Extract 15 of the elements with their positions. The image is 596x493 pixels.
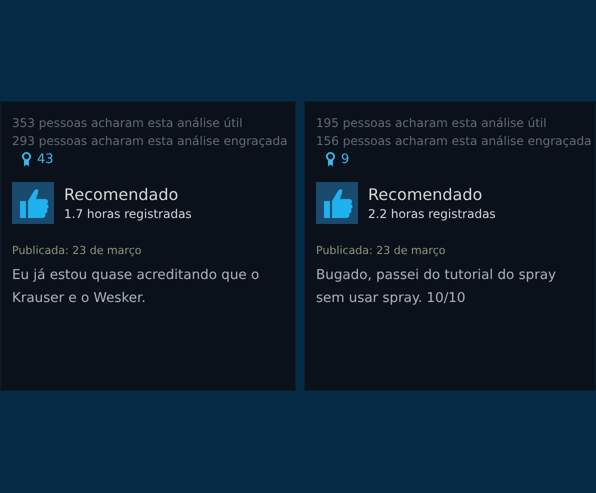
review-text: Eu já estou quase acreditando que o Krauser e o Wesker. — [12, 266, 260, 308]
award-count: 9 — [341, 152, 350, 166]
playtime-text: 2.2 horas registradas — [368, 206, 496, 222]
award-icon — [325, 152, 336, 166]
playtime-text: 1.7 horas registradas — [64, 206, 192, 222]
award-count: 43 — [37, 152, 54, 166]
posted-date: Publicada: 23 de março — [316, 244, 446, 258]
helpful-count: 353 pessoas acharam esta análise útil — [12, 115, 244, 132]
recommendation-label: Recomendado — [368, 184, 484, 206]
funny-count: 293 pessoas acharam esta análise engraçada — [12, 133, 287, 150]
review-text: Bugado, passei do tutorial do spray sem usar spray. 10/10 — [316, 266, 558, 308]
recommendation-label: Recomendado — [64, 184, 180, 206]
posted-date: Publicada: 23 de março — [12, 244, 142, 258]
helpful-count: 195 pessoas acharam esta análise útil — [316, 115, 548, 132]
award-icon — [21, 152, 32, 166]
